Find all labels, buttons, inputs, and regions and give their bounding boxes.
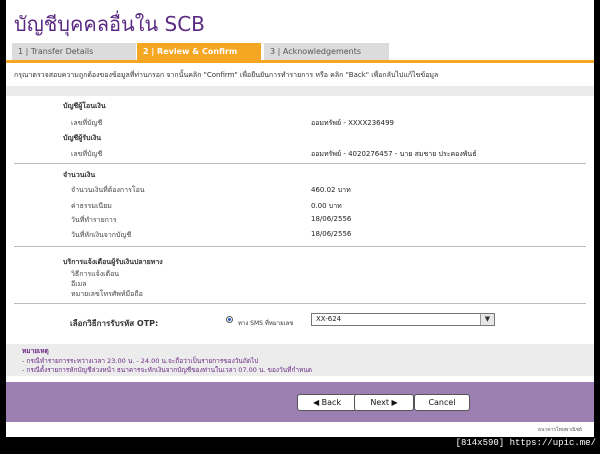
tab-acknowledgements[interactable]: 3 | Acknowledgements: [264, 43, 389, 60]
amount-label: จำนวนเงินที่ต้องการโอน: [71, 186, 145, 194]
amount-value: 460.02 บาท: [311, 186, 351, 194]
section-band: [6, 86, 594, 96]
to-account-label: เลขที่บัญชี: [71, 150, 103, 158]
fee-label: ค่าธรรมเนียม: [71, 202, 112, 210]
instruction-text: กรุณาตรวจสอบความถูกต้องของข้อมูลที่ท่านก…: [14, 71, 439, 79]
tab-review-confirm[interactable]: 2 | Review & Confirm: [137, 43, 261, 60]
otp-number-select[interactable]: XX-624 ▼: [311, 313, 495, 326]
review-panel: บัญชีผู้โอนเงิน เลขที่บัญชี ออมทรัพย์ - …: [6, 96, 594, 343]
notes-box: หมายเหตุ - กรณีทำรายการระหว่างเวลา 23.00…: [6, 344, 594, 376]
to-account-value: ออมทรัพย์ - 4020276457 - นาย สมชาย ประคอ…: [311, 150, 477, 158]
footer-bank-name: ธนาคารไทยพาณิชย์: [538, 427, 582, 433]
divider: [14, 163, 586, 164]
watermark-text: [814x590] https://upic.me/: [455, 438, 596, 448]
amount-heading: จำนวนเงิน: [63, 171, 96, 179]
otp-number-selected: XX-624: [316, 315, 342, 323]
notes-heading: หมายเหตุ: [22, 347, 49, 355]
notify-mobile-label: หมายเลขโทรศัพท์มือถือ: [71, 290, 143, 298]
otp-sms-option-text: ทาง SMS ที่หมายเลข: [238, 320, 294, 327]
tab-underline: [6, 60, 594, 63]
divider: [14, 246, 586, 247]
page-title: บัญชีบุคคลอื่นใน SCB: [14, 12, 205, 36]
transaction-date-label: วันที่ทำรายการ: [71, 216, 117, 224]
action-bar: ◀ Back Next ▶ Cancel: [6, 382, 594, 422]
from-account-label: เลขที่บัญชี: [71, 119, 103, 127]
divider: [14, 303, 586, 304]
fee-value: 0.00 บาท: [311, 202, 342, 210]
cancel-button[interactable]: Cancel: [414, 394, 470, 411]
from-account-heading: บัญชีผู้โอนเงิน: [63, 102, 106, 110]
transfer-window: บัญชีบุคคลอื่นใน SCB 1 | Transfer Detail…: [6, 0, 594, 437]
chevron-down-icon[interactable]: ▼: [480, 314, 494, 325]
debit-date-value: 18/06/2556: [311, 230, 352, 238]
from-account-value: ออมทรัพย์ - XXXX236499: [311, 119, 394, 127]
next-button[interactable]: Next ▶: [354, 394, 414, 411]
step-tabs: 1 | Transfer Details 2 | Review & Confir…: [12, 43, 389, 60]
to-account-heading: บัญชีผู้รับเงิน: [63, 134, 102, 142]
back-button[interactable]: ◀ Back: [297, 394, 357, 411]
tab-transfer-details[interactable]: 1 | Transfer Details: [12, 43, 137, 60]
notify-heading: บริการแจ้งเตือนผู้รับเงินปลายทาง: [63, 258, 163, 266]
otp-sms-radio[interactable]: [226, 316, 233, 323]
otp-method-label: เลือกวิธีการรับรหัส OTP:: [70, 319, 159, 328]
note-item: - กรณีตั้งรายการหักบัญชีล่วงหน้า ธนาคารจ…: [22, 366, 312, 374]
transaction-date-value: 18/06/2556: [311, 215, 352, 223]
debit-date-label: วันที่หักเงินจากบัญชี: [71, 231, 132, 239]
